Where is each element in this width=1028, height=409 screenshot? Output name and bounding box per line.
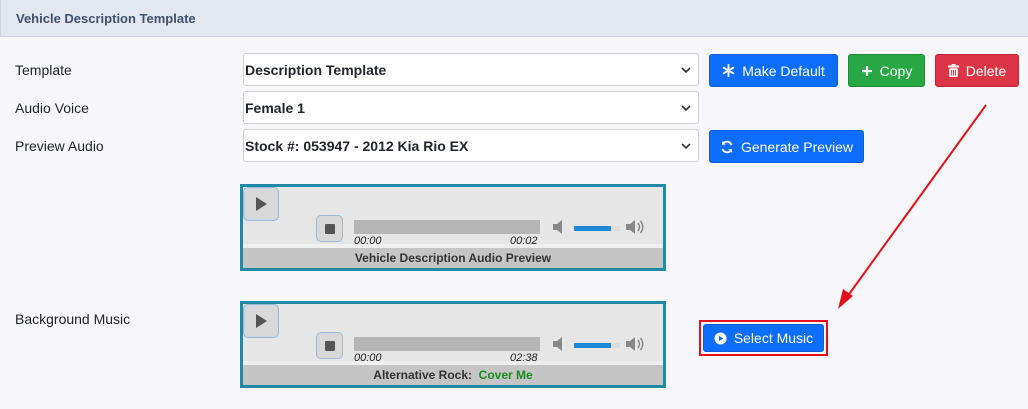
preview-audio-select[interactable]: Stock #: 053947 - 2012 Kia Rio EX bbox=[243, 129, 699, 162]
panel-title: Vehicle Description Template bbox=[16, 11, 196, 26]
volume-mute-icon[interactable] bbox=[552, 219, 566, 235]
select-music-highlight: Select Music bbox=[699, 320, 828, 356]
select-music-label: Select Music bbox=[733, 330, 814, 346]
music-song-title: Cover Me bbox=[478, 368, 533, 382]
play-button[interactable] bbox=[243, 187, 279, 221]
plus-icon bbox=[861, 65, 872, 76]
delete-label: Delete bbox=[965, 62, 1007, 79]
audio-voice-select-value: Female 1 bbox=[245, 100, 305, 116]
delete-button[interactable]: Delete bbox=[935, 54, 1019, 87]
volume-max-icon[interactable] bbox=[625, 335, 645, 353]
stop-icon bbox=[325, 224, 335, 234]
stop-icon bbox=[325, 341, 335, 351]
panel-header: Vehicle Description Template bbox=[0, 0, 1028, 37]
play-button[interactable] bbox=[243, 304, 279, 338]
player-controls: 00:00 02:38 bbox=[243, 304, 663, 364]
copy-label: Copy bbox=[879, 62, 913, 79]
chevron-down-icon bbox=[681, 105, 691, 112]
audio-voice-select[interactable]: Female 1 bbox=[243, 91, 699, 124]
stop-button[interactable] bbox=[316, 215, 343, 242]
background-music-label: Background Music bbox=[15, 311, 131, 327]
player-caption: Alternative Rock: Cover Me bbox=[243, 365, 663, 385]
select-music-button[interactable]: Select Music bbox=[703, 324, 824, 352]
volume-mute-icon[interactable] bbox=[552, 336, 566, 352]
duration: 00:02 bbox=[510, 235, 538, 247]
template-label: Template bbox=[15, 62, 72, 78]
progress-track[interactable] bbox=[354, 337, 540, 351]
refresh-icon bbox=[721, 140, 733, 153]
template-select-value: Description Template bbox=[245, 62, 387, 78]
volume-level bbox=[574, 226, 611, 231]
volume-slider[interactable] bbox=[574, 226, 620, 231]
generate-preview-button[interactable]: Generate Preview bbox=[709, 130, 864, 163]
trash-icon bbox=[947, 64, 959, 77]
asterisk-icon bbox=[722, 64, 735, 77]
play-circle-icon bbox=[714, 331, 727, 345]
preview-audio-label: Preview Audio bbox=[15, 138, 104, 154]
volume-max-icon[interactable] bbox=[625, 218, 645, 236]
preview-audio-select-value: Stock #: 053947 - 2012 Kia Rio EX bbox=[245, 138, 469, 154]
preview-audio-player: 00:00 00:02 Vehicle Description Audio Pr… bbox=[240, 184, 666, 271]
stop-button[interactable] bbox=[316, 332, 343, 359]
current-time: 00:00 bbox=[354, 235, 382, 247]
chevron-down-icon bbox=[681, 67, 691, 74]
player-controls: 00:00 00:02 bbox=[243, 187, 663, 247]
progress-track[interactable] bbox=[354, 220, 540, 234]
volume-level bbox=[574, 343, 611, 348]
caption-text: Vehicle Description Audio Preview bbox=[354, 251, 552, 265]
music-audio-player: 00:00 02:38 Alternative Rock: Cover Me bbox=[240, 301, 666, 388]
copy-button[interactable]: Copy bbox=[848, 54, 925, 87]
make-default-button[interactable]: Make Default bbox=[709, 54, 838, 87]
play-icon bbox=[256, 197, 267, 211]
audio-voice-label: Audio Voice bbox=[15, 100, 89, 116]
duration: 02:38 bbox=[510, 352, 538, 364]
make-default-label: Make Default bbox=[742, 62, 825, 79]
template-select[interactable]: Description Template bbox=[243, 53, 699, 86]
current-time: 00:00 bbox=[354, 352, 382, 364]
chevron-down-icon bbox=[681, 143, 691, 150]
player-caption: Vehicle Description Audio Preview bbox=[243, 248, 663, 268]
generate-preview-label: Generate Preview bbox=[740, 138, 854, 155]
volume-slider[interactable] bbox=[574, 343, 620, 348]
play-icon bbox=[256, 314, 267, 328]
music-genre: Alternative Rock: bbox=[373, 368, 472, 382]
